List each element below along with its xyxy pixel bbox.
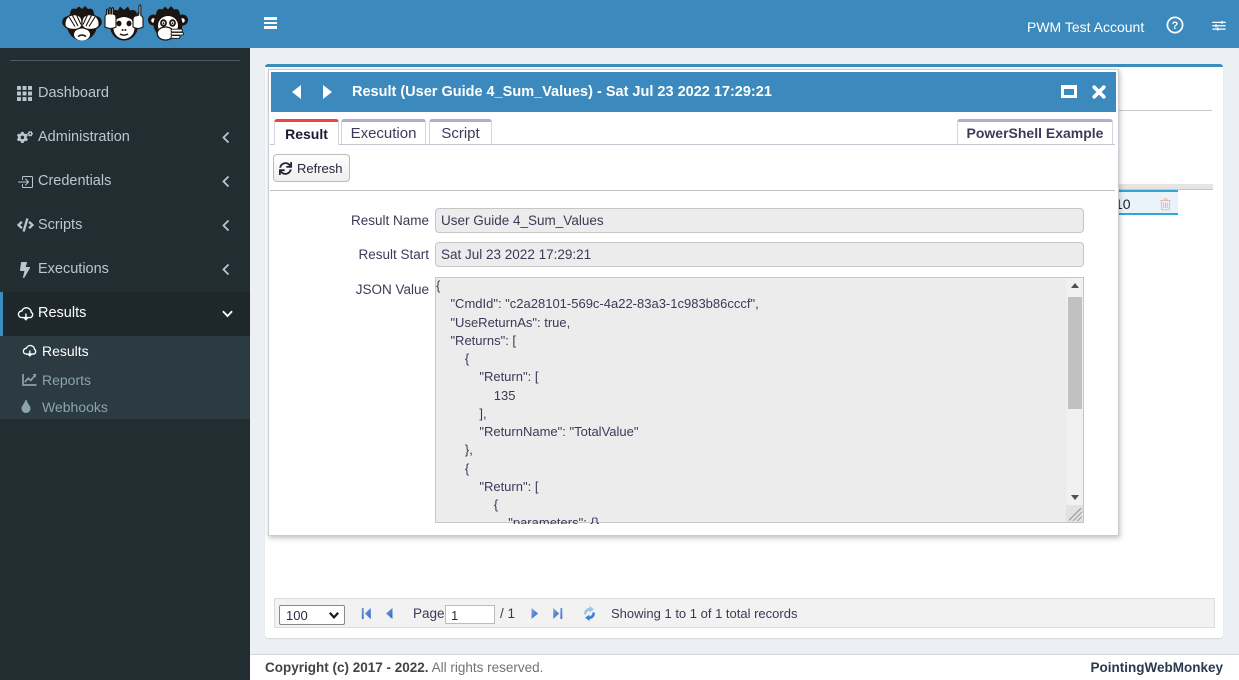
- svg-text:?: ?: [1172, 20, 1179, 32]
